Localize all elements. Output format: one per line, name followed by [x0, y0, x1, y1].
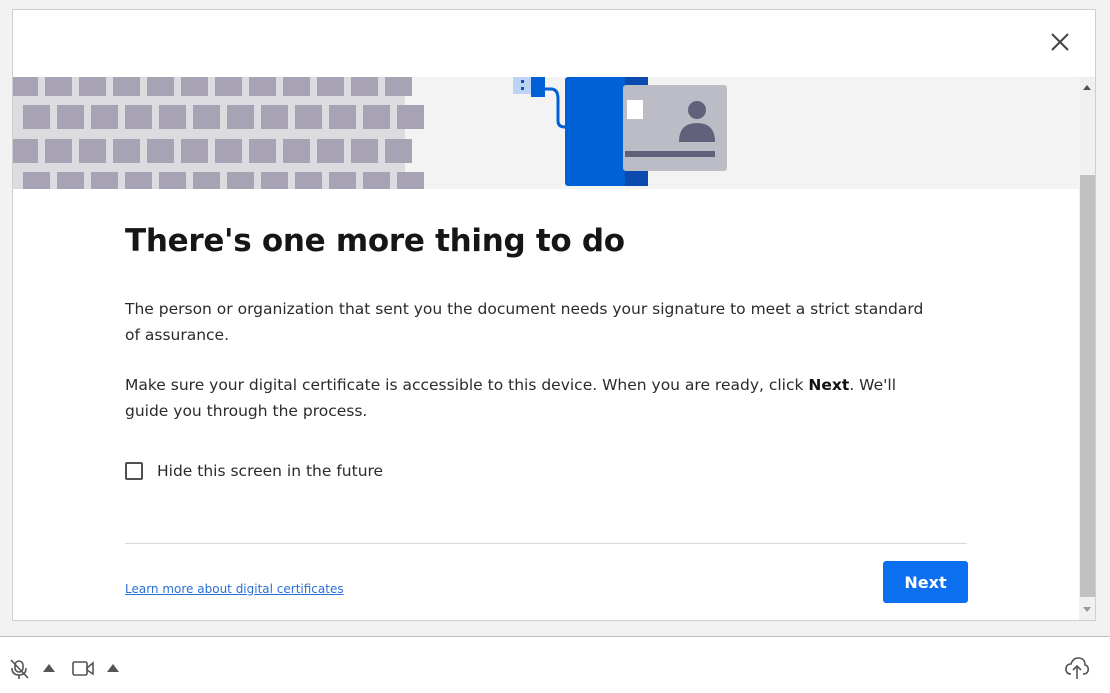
cloud-upload-icon[interactable] [1064, 655, 1090, 681]
description-paragraph: The person or organization that sent you… [125, 300, 924, 344]
divider [125, 543, 967, 544]
scrollbar-thumb[interactable] [1080, 175, 1095, 597]
caret-up-icon[interactable] [106, 663, 120, 673]
page-title: There's one more thing to do [125, 223, 625, 259]
caret-up-icon[interactable] [42, 663, 56, 673]
next-button[interactable]: Next [883, 561, 968, 603]
hide-screen-checkbox[interactable] [125, 462, 143, 480]
scroll-up-arrow-icon[interactable] [1083, 85, 1091, 90]
instructions-paragraph: Make sure your digital certificate is ac… [125, 372, 925, 424]
dialog-content: There's one more thing to do The person … [13, 77, 1079, 620]
scroll-down-arrow-icon[interactable] [1083, 607, 1091, 612]
hide-screen-option[interactable]: Hide this screen in the future [125, 460, 383, 482]
video-camera-icon[interactable] [71, 659, 95, 679]
instructions-next-bold: Next [808, 376, 850, 394]
dialog-window: There's one more thing to do The person … [12, 9, 1096, 621]
close-icon [1051, 33, 1069, 51]
vertical-scrollbar[interactable] [1079, 77, 1095, 620]
learn-more-link[interactable]: Learn more about digital certificates [125, 582, 344, 596]
microphone-muted-icon[interactable] [8, 657, 32, 681]
close-button[interactable] [1049, 31, 1071, 53]
bottom-toolbar [0, 636, 1110, 693]
hide-screen-label: Hide this screen in the future [157, 462, 384, 480]
instructions-text: Make sure your digital certificate is ac… [125, 376, 809, 394]
certificate-illustration [13, 77, 1079, 189]
